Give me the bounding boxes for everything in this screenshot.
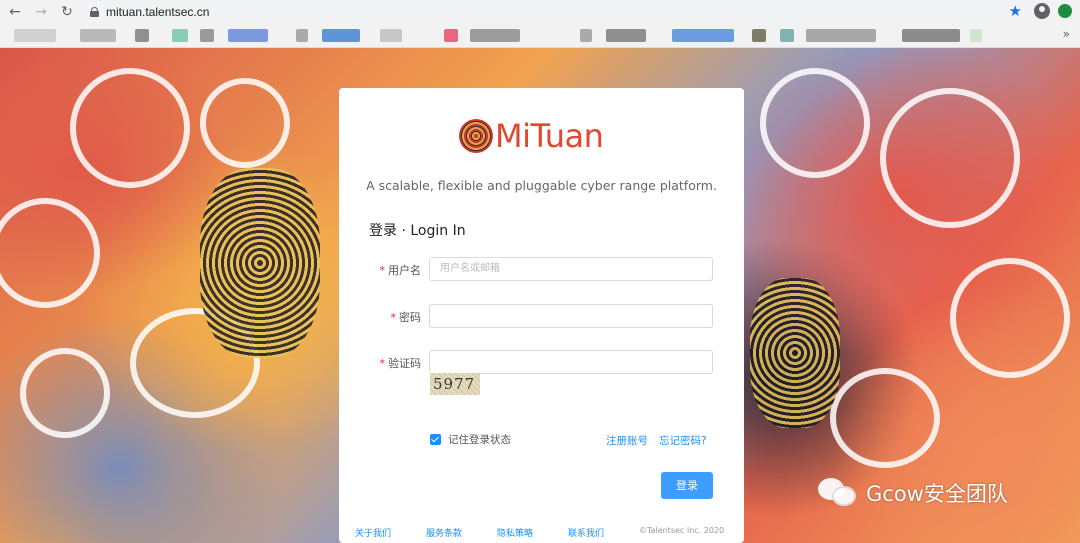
bookmark-item[interactable] <box>970 29 982 42</box>
tagline: A scalable, flexible and pluggable cyber… <box>366 178 717 193</box>
register-link[interactable]: 注册账号 <box>606 433 648 448</box>
cloud-swirl <box>760 68 870 178</box>
bookmark-item[interactable] <box>228 29 268 42</box>
cloud-swirl <box>950 258 1070 378</box>
copyright: ©Talentsec Inc. 2020 <box>639 526 725 535</box>
bookmark-item[interactable] <box>444 29 458 42</box>
bookmark-item[interactable] <box>606 29 646 42</box>
bookmark-item[interactable] <box>806 29 876 42</box>
username-input[interactable]: 用户名或邮箱 <box>429 257 713 281</box>
logo-icon <box>459 119 493 153</box>
wechat-icon <box>818 476 860 510</box>
back-arrow-icon[interactable]: ← <box>4 1 26 23</box>
footer-privacy-link[interactable]: 隐私策略 <box>497 526 533 539</box>
cloud-swirl <box>200 78 290 168</box>
bookmark-item[interactable] <box>80 29 116 42</box>
required-mark: * <box>379 357 386 370</box>
forward-arrow-icon[interactable]: → <box>30 1 52 23</box>
footer-about-link[interactable]: 关于我们 <box>355 526 391 539</box>
footer-contact-link[interactable]: 联系我们 <box>568 526 604 539</box>
remember-label: 记住登录状态 <box>448 434 511 446</box>
captcha-input[interactable] <box>429 350 713 374</box>
reload-icon[interactable]: ↻ <box>56 1 78 23</box>
footer-terms-link[interactable]: 服务条款 <box>426 526 462 539</box>
bookmark-item[interactable] <box>14 29 56 42</box>
username-placeholder: 用户名或邮箱 <box>440 263 500 274</box>
watermark: Gcow安全团队 <box>818 476 1008 510</box>
bookmark-item[interactable] <box>380 29 402 42</box>
logo-text: MiTuan <box>495 117 604 155</box>
forgot-password-link[interactable]: 忘记密码? <box>659 433 707 448</box>
password-input[interactable] <box>429 304 713 328</box>
dragon-scales <box>750 278 840 428</box>
watermark-text: Gcow安全团队 <box>866 482 1008 506</box>
bookmark-item[interactable] <box>672 29 734 42</box>
cloud-swirl <box>20 348 110 438</box>
bookmark-item[interactable] <box>470 29 520 42</box>
password-label: * 密码 <box>390 311 422 324</box>
remember-me[interactable]: 记住登录状态 <box>430 432 511 447</box>
profile-icon[interactable] <box>1034 3 1050 19</box>
bookmarks-bar: » <box>0 24 1080 48</box>
logo: MiTuan <box>459 116 629 156</box>
form-title: 登录 · Login In <box>369 223 466 239</box>
bookmark-item[interactable] <box>296 29 308 42</box>
more-bookmarks-icon[interactable]: » <box>1063 27 1070 41</box>
lock-icon <box>90 7 99 17</box>
bookmark-item[interactable] <box>135 29 149 42</box>
bookmark-item[interactable] <box>322 29 360 42</box>
cloud-swirl <box>0 198 100 308</box>
username-label: * 用户名 <box>379 264 422 277</box>
checkbox-checked-icon[interactable] <box>430 434 441 445</box>
bookmark-item[interactable] <box>580 29 592 42</box>
login-button[interactable]: 登录 <box>661 472 713 499</box>
bookmark-item[interactable] <box>200 29 214 42</box>
required-mark: * <box>390 311 397 324</box>
browser-toolbar: ← → ↻ mituan.talentsec.cn ★ <box>0 0 1080 24</box>
login-card: MiTuan A scalable, flexible and pluggabl… <box>339 88 744 543</box>
captcha-image[interactable]: 5977 <box>430 373 480 395</box>
bookmark-item[interactable] <box>902 29 960 42</box>
url-text: mituan.talentsec.cn <box>106 5 210 19</box>
star-icon[interactable]: ★ <box>1009 2 1022 20</box>
cloud-swirl <box>70 68 190 188</box>
dragon-scales <box>200 168 320 358</box>
cloud-swirl <box>830 368 940 468</box>
bookmark-item[interactable] <box>780 29 794 42</box>
address-bar[interactable]: mituan.talentsec.cn <box>82 2 1030 22</box>
bookmark-item[interactable] <box>752 29 766 42</box>
cloud-swirl <box>880 88 1020 228</box>
required-mark: * <box>379 264 386 277</box>
captcha-label: * 验证码 <box>379 357 422 370</box>
extension-icon[interactable] <box>1058 4 1072 18</box>
bookmark-item[interactable] <box>172 29 188 42</box>
